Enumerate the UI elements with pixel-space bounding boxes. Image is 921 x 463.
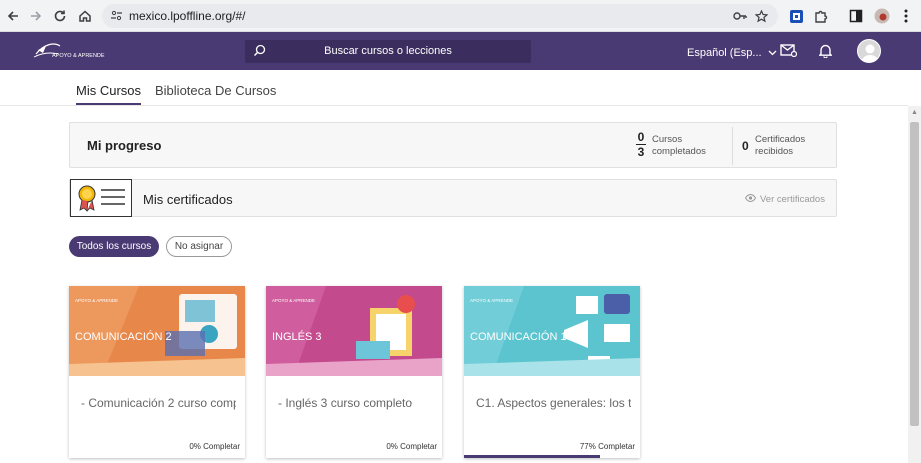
filter-unassigned[interactable]: No asignar [166, 236, 232, 257]
mail-settings-icon[interactable] [780, 43, 798, 62]
page-scrollbar[interactable]: ▲ [908, 106, 921, 463]
stat-divider [732, 127, 733, 165]
svg-text:COMUNICACIÓN 2: COMUNICACIÓN 2 [75, 330, 172, 343]
course-title[interactable]: C1. Aspectos generales: los tipos [476, 396, 631, 410]
extension-icon[interactable] [785, 5, 807, 27]
progress-title: Mi progreso [87, 138, 162, 153]
home-icon[interactable] [74, 5, 96, 27]
user-avatar[interactable] [857, 39, 881, 63]
completed-fraction: 0 3 [636, 130, 646, 159]
eye-icon [744, 193, 757, 205]
certificates-received-count: 0 [742, 139, 749, 153]
svg-text:INGLÉS 3: INGLÉS 3 [272, 330, 322, 343]
chevron-down-icon [768, 47, 777, 59]
course-thumbnail: COMUNICACIÓN 2 APOYO & APRENDE [69, 286, 245, 384]
view-certificates-label: Ver certificados [760, 194, 825, 205]
url-text: mexico.lpoffline.org/#/ [129, 9, 246, 23]
password-key-icon[interactable] [733, 8, 747, 24]
course-title[interactable]: - Inglés 3 curso completo [278, 396, 433, 410]
back-icon[interactable] [2, 5, 24, 27]
extensions-puzzle-icon[interactable] [810, 5, 832, 27]
scrollbar-thumb[interactable] [910, 122, 919, 426]
certificates-panel: Mis certificados Ver certificados [69, 179, 837, 217]
svg-text:APOYO & APRENDE: APOYO & APRENDE [470, 298, 513, 303]
course-progress-label: 77% Completar [579, 442, 635, 451]
course-card[interactable]: INGLÉS 3 APOYO & APRENDE - Inglés 3 curs… [266, 286, 442, 458]
certificates-title: Mis certificados [143, 192, 233, 207]
certificate-icon [70, 179, 132, 217]
language-selector[interactable]: Español (Esp... [687, 47, 777, 59]
reload-icon[interactable] [49, 5, 71, 27]
address-bar[interactable]: mexico.lpoffline.org/#/ [102, 4, 778, 28]
browser-toolbar: mexico.lpoffline.org/#/ [0, 0, 921, 32]
course-tabs: Mis Cursos Biblioteca De Cursos [0, 70, 908, 106]
course-card[interactable]: COMUNICACIÓN 1 APOYO & APRENDE C1. Aspec… [464, 286, 640, 458]
svg-text:APOYO & APRENDE: APOYO & APRENDE [272, 298, 315, 303]
language-label: Español (Esp... [687, 47, 762, 59]
side-panel-icon[interactable] [845, 5, 867, 27]
site-info-icon[interactable] [110, 9, 123, 27]
course-card[interactable]: COMUNICACIÓN 2 APOYO & APRENDE - Comunic… [69, 286, 245, 458]
svg-text:COMUNICACIÓN 1: COMUNICACIÓN 1 [470, 330, 567, 343]
course-progress-label: 0% Completar [189, 442, 240, 451]
svg-text:APOYO & APRENDE: APOYO & APRENDE [75, 298, 118, 303]
completed-count: 0 [636, 130, 646, 145]
course-thumbnail: INGLÉS 3 APOYO & APRENDE [266, 286, 442, 384]
forward-icon[interactable] [25, 5, 47, 27]
view-certificates-link[interactable]: Ver certificados [744, 193, 825, 205]
brand-logo[interactable]: APOYO & APRENDE [32, 40, 107, 62]
total-courses-count: 3 [637, 145, 645, 159]
profile-icon[interactable] [871, 5, 893, 27]
bookmark-star-icon[interactable] [755, 8, 768, 24]
course-progress-label: 0% Completar [386, 442, 437, 451]
browser-menu-icon[interactable] [895, 5, 917, 27]
notifications-bell-icon[interactable] [818, 43, 833, 63]
course-title[interactable]: - Comunicación 2 curso completo [81, 396, 236, 410]
search-placeholder: Buscar cursos o lecciones [324, 45, 452, 57]
tab-mis-cursos[interactable]: Mis Cursos [76, 83, 142, 105]
course-progress-bar [464, 455, 600, 458]
scroll-up-arrow-icon[interactable]: ▲ [911, 109, 918, 116]
tab-biblioteca-de-cursos[interactable]: Biblioteca De Cursos [155, 83, 276, 98]
course-thumbnail: COMUNICACIÓN 1 APOYO & APRENDE [464, 286, 640, 384]
svg-text:APOYO & APRENDE: APOYO & APRENDE [52, 53, 105, 59]
progress-panel: Mi progreso 0 3 Cursos completados 0 Cer… [69, 122, 837, 168]
certificates-received-label: Certificados recibidos [755, 134, 806, 157]
filter-all-courses[interactable]: Todos los cursos [69, 236, 159, 257]
search-bar[interactable]: Buscar cursos o lecciones [245, 40, 531, 63]
app-header: APOYO & APRENDE Buscar cursos o leccione… [0, 32, 921, 70]
completed-label: Cursos completados [652, 134, 706, 157]
